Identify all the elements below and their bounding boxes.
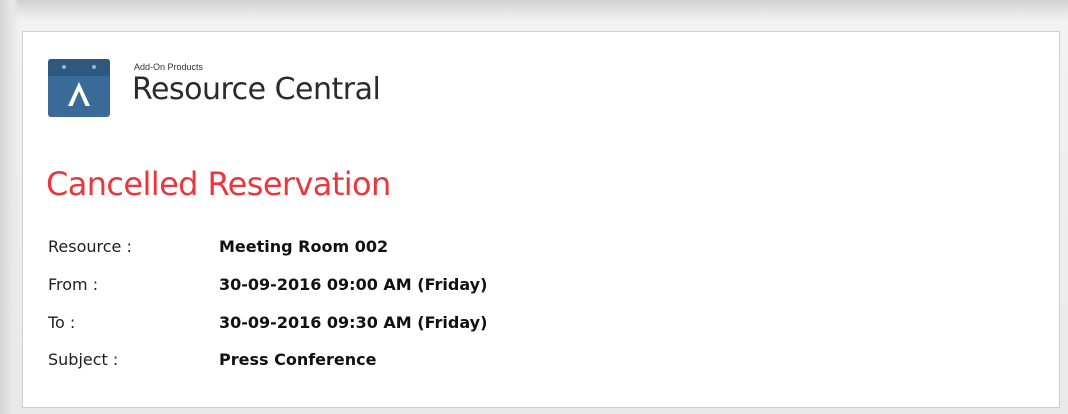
detail-value: Press Conference bbox=[219, 350, 377, 369]
brand-title: Resource Central bbox=[132, 72, 381, 107]
detail-value: 30-09-2016 09:00 AM (Friday) bbox=[219, 275, 488, 294]
detail-row-to: To : 30-09-2016 09:30 AM (Friday) bbox=[48, 313, 748, 337]
window-shadow-left bbox=[0, 0, 20, 414]
brand-subtitle: Add-On Products bbox=[134, 62, 204, 72]
detail-value: Meeting Room 002 bbox=[219, 237, 389, 256]
logo-ring-dot bbox=[62, 65, 66, 69]
logo-a-glyph bbox=[68, 82, 90, 106]
detail-label: To : bbox=[48, 313, 76, 332]
calendar-a-logo-icon bbox=[48, 59, 110, 117]
detail-value: 30-09-2016 09:30 AM (Friday) bbox=[219, 313, 488, 332]
page-title: Cancelled Reservation bbox=[46, 165, 391, 203]
detail-row-from: From : 30-09-2016 09:00 AM (Friday) bbox=[48, 275, 748, 299]
detail-label: Subject : bbox=[48, 350, 119, 369]
detail-label: From : bbox=[48, 275, 99, 294]
logo-ring-dot bbox=[92, 65, 96, 69]
logo-calendar-band bbox=[48, 59, 110, 76]
detail-row-subject: Subject : Press Conference bbox=[48, 350, 748, 374]
detail-label: Resource : bbox=[48, 237, 132, 256]
window-shadow-top bbox=[0, 0, 1068, 20]
detail-row-resource: Resource : Meeting Room 002 bbox=[48, 237, 748, 261]
